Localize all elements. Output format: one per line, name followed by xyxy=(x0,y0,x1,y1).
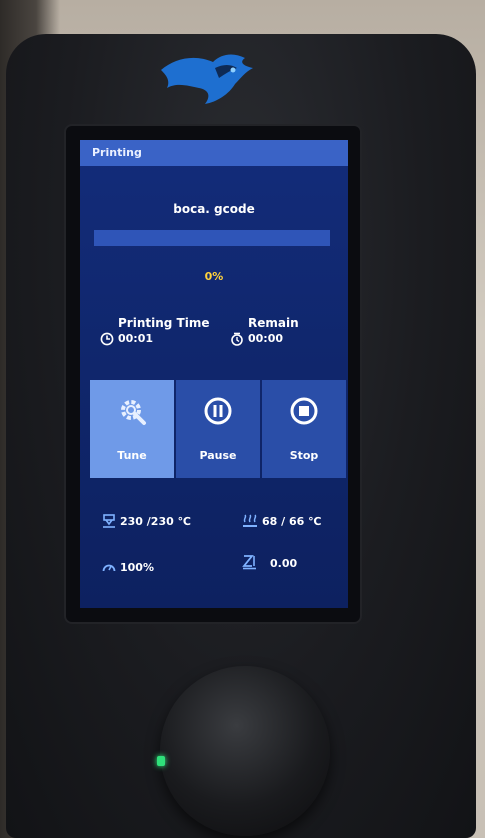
printing-time-value: 00:01 xyxy=(118,332,154,345)
file-name: boca. gcode xyxy=(173,202,255,216)
pause-icon xyxy=(204,397,232,425)
bed-temp: 68 / 66 ℃ xyxy=(242,514,321,528)
timer-icon xyxy=(231,332,243,346)
z-axis-icon xyxy=(242,555,256,570)
stop-icon xyxy=(290,397,318,425)
nozzle-temp: 230 /230 ℃ xyxy=(102,514,191,528)
print-speed: 100% xyxy=(102,560,154,574)
pause-label: Pause xyxy=(199,449,237,462)
tune-button[interactable]: Tune xyxy=(90,380,174,478)
gear-wrench-icon xyxy=(121,400,146,425)
lcd-screen: Printing boca. gcode 0% Printing Time 00… xyxy=(80,140,348,608)
remain-time: Remain 00:00 xyxy=(248,316,299,345)
heated-bed-icon xyxy=(243,514,257,527)
bed-temp-value: 68 / 66 ℃ xyxy=(262,515,322,528)
progress-bar xyxy=(94,230,330,246)
progress-percent: 0% xyxy=(204,270,224,283)
speedometer-icon xyxy=(102,564,116,572)
printing-time: Printing Time 00:01 xyxy=(118,316,209,345)
tune-label: Tune xyxy=(117,449,147,462)
title-bar: Printing xyxy=(80,140,348,166)
printing-time-label: Printing Time xyxy=(118,316,210,330)
z-offset-value: 0.00 xyxy=(270,557,298,570)
control-knob[interactable] xyxy=(160,666,330,836)
dragon-logo-icon xyxy=(161,54,253,104)
print-speed-value: 100% xyxy=(120,561,154,574)
printer-photo-scene: Printing boca. gcode 0% Printing Time 00… xyxy=(0,0,485,838)
stop-button[interactable]: Stop xyxy=(262,380,346,478)
nozzle-icon xyxy=(103,514,115,528)
stop-label: Stop xyxy=(289,449,319,462)
pause-button[interactable]: Pause xyxy=(176,380,260,478)
status-led xyxy=(157,756,165,766)
z-offset: 0.00 xyxy=(242,554,297,570)
remain-value: 00:00 xyxy=(248,332,284,345)
clock-icon xyxy=(100,332,114,346)
remain-label: Remain xyxy=(248,316,299,330)
nozzle-temp-value: 230 /230 ℃ xyxy=(120,515,191,528)
